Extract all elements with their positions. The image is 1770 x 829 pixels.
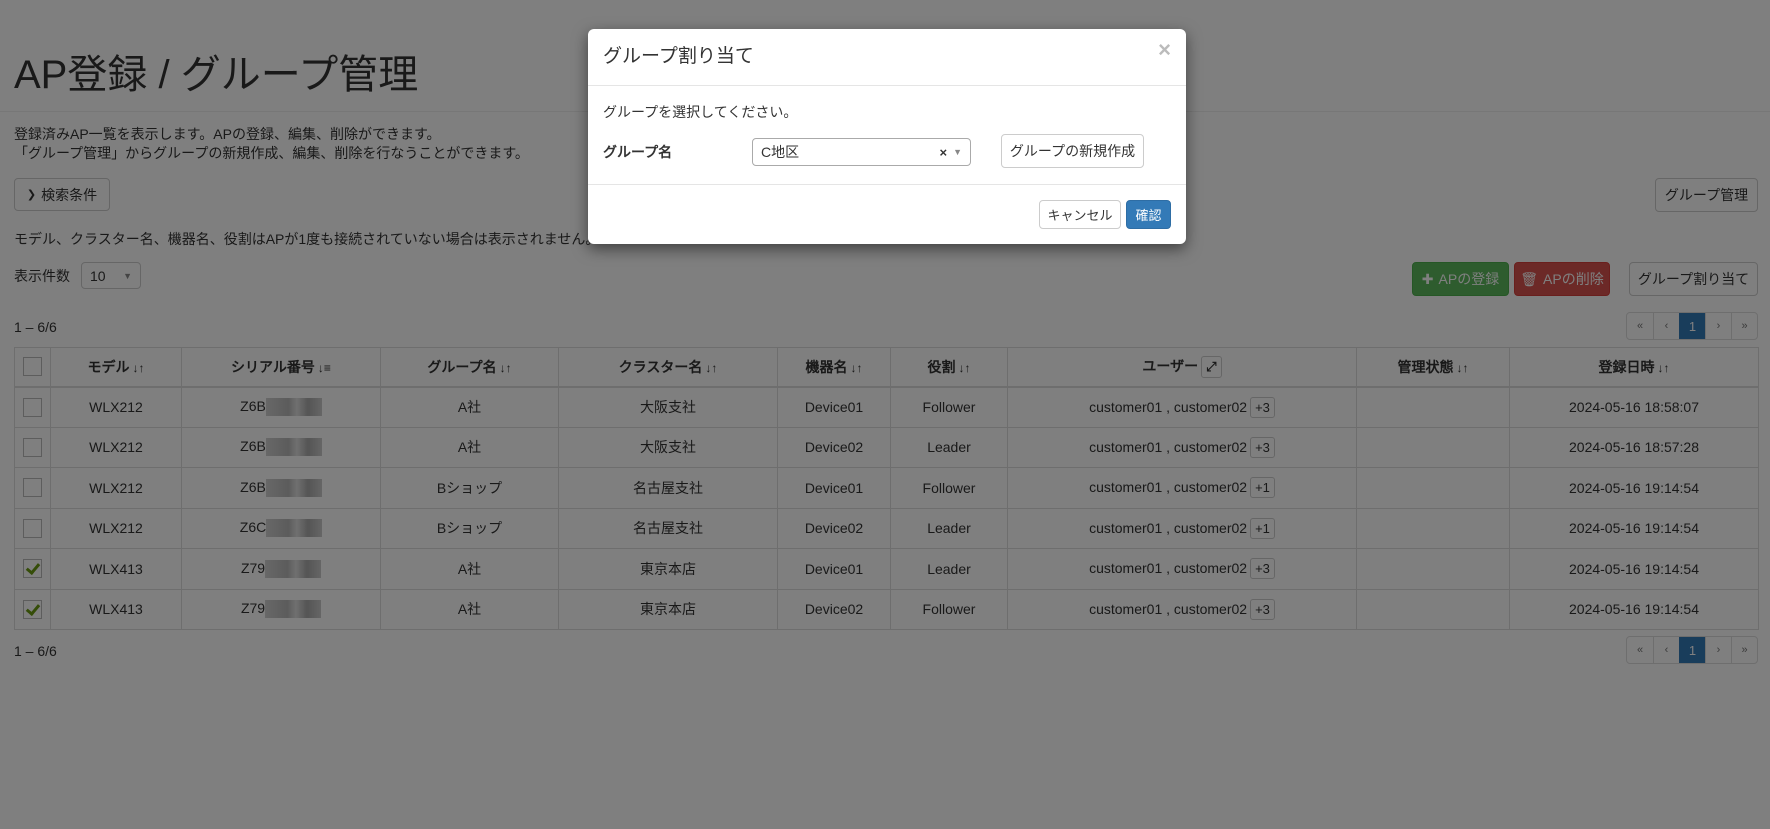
modal-footer-divider	[588, 184, 1186, 185]
modal-header-divider	[588, 85, 1186, 86]
group-name-label: グループ名	[603, 144, 673, 160]
confirm-button[interactable]: 確認	[1126, 200, 1171, 229]
group-select[interactable]: C地区 × ▼	[752, 138, 971, 166]
assign-group-modal: グループ割り当て × グループを選択してください。 グループ名 C地区 × ▼ …	[588, 29, 1186, 244]
cancel-button[interactable]: キャンセル	[1039, 200, 1121, 229]
new-group-button[interactable]: グループの新規作成	[1001, 134, 1144, 168]
modal-prompt: グループを選択してください。	[603, 104, 798, 120]
modal-title: グループ割り当て	[603, 46, 754, 67]
clear-selection-icon[interactable]: ×	[939, 145, 947, 160]
caret-down-icon: ▼	[953, 147, 962, 157]
close-icon[interactable]: ×	[1158, 37, 1171, 63]
